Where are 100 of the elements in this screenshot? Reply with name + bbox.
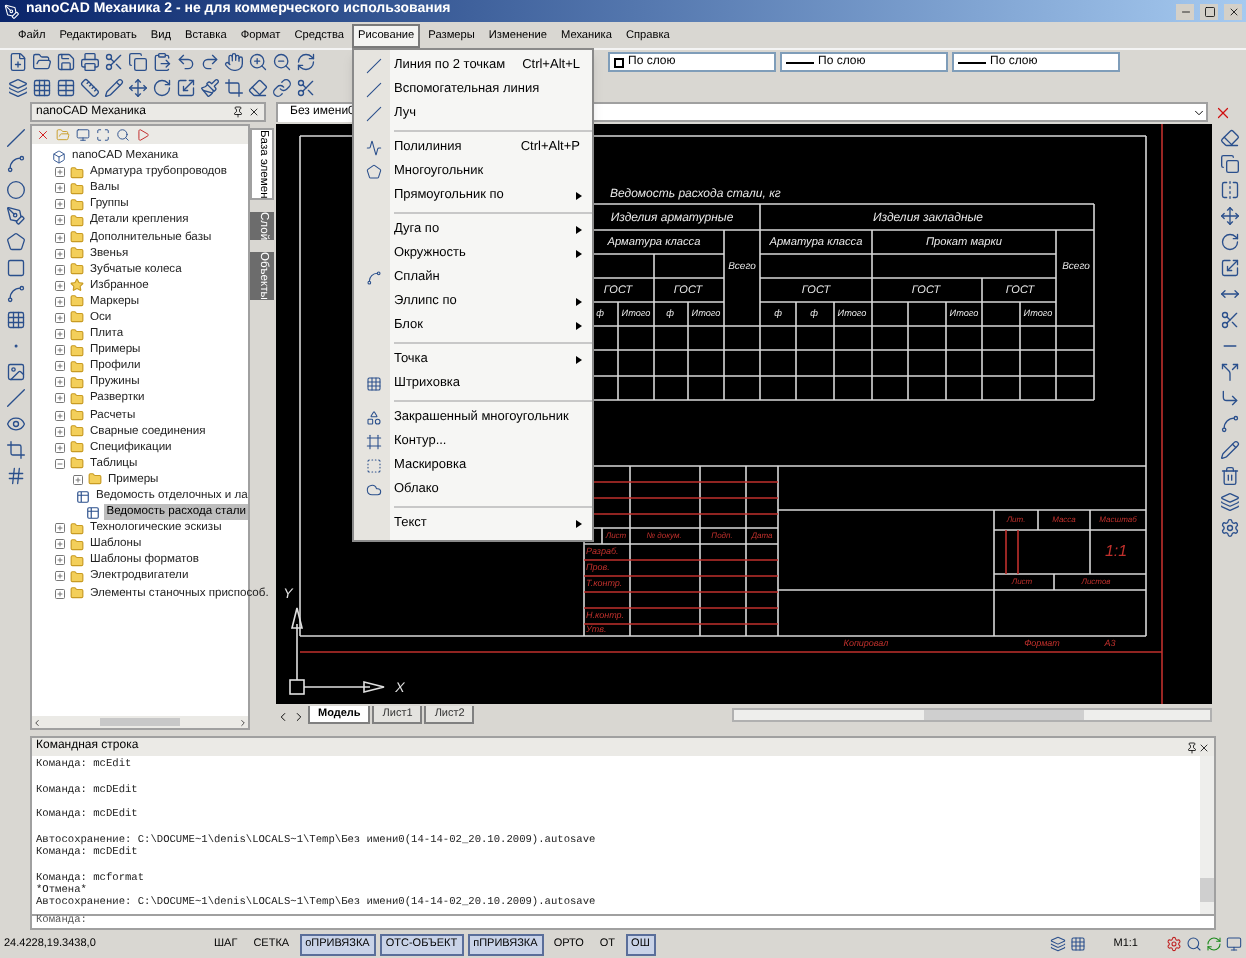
pen-icon[interactable] [5, 206, 25, 226]
horizontal-scrollbar[interactable] [732, 708, 1212, 722]
corner-icon[interactable] [1219, 388, 1239, 408]
rotate-icon[interactable] [152, 77, 172, 97]
scroll-right-icon[interactable] [238, 717, 248, 727]
refresh-icon[interactable] [1206, 936, 1222, 952]
rotate-icon[interactable] [1219, 232, 1239, 252]
monitor-icon[interactable] [1226, 936, 1242, 952]
expand-icon[interactable] [54, 522, 66, 535]
expand-icon[interactable] [54, 409, 66, 422]
expand-icon[interactable] [54, 538, 66, 551]
eye-icon[interactable] [5, 414, 25, 434]
zigzag-icon[interactable] [365, 139, 382, 155]
zoom-in-icon[interactable] [248, 52, 268, 72]
expand-icon[interactable] [54, 263, 66, 276]
hatch-icon[interactable] [365, 375, 382, 391]
scale-icon[interactable] [176, 77, 196, 97]
square-icon[interactable] [5, 258, 25, 278]
cut-icon[interactable] [1219, 310, 1239, 330]
curve-icon[interactable] [1219, 414, 1239, 434]
expand-icon[interactable] [54, 214, 66, 227]
expand-icon[interactable] [54, 328, 66, 341]
crop-icon[interactable] [224, 77, 244, 97]
line-icon[interactable] [365, 105, 382, 121]
expand-icon[interactable] [54, 279, 66, 292]
new-file-icon[interactable] [8, 52, 28, 72]
redo-icon[interactable] [200, 52, 220, 72]
expand-icon[interactable] [54, 166, 66, 179]
search-icon[interactable] [1186, 936, 1202, 952]
zoom-out-icon[interactable] [272, 52, 292, 72]
search-icon[interactable] [116, 128, 130, 142]
layers-icon[interactable] [8, 77, 28, 97]
chevron-down-icon[interactable] [1192, 105, 1207, 119]
table-icon[interactable] [56, 77, 76, 97]
spline-icon[interactable] [5, 284, 25, 304]
spline-icon[interactable] [365, 269, 382, 285]
open-folder-icon[interactable] [32, 52, 52, 72]
maximize-icon[interactable] [1203, 5, 1215, 17]
print-icon[interactable] [80, 52, 100, 72]
frame-icon[interactable] [365, 433, 382, 449]
brush-icon[interactable] [200, 77, 220, 97]
stretch-icon[interactable] [1219, 284, 1239, 304]
grid-icon[interactable] [32, 77, 52, 97]
expand-icon[interactable] [54, 344, 66, 357]
pentagon-icon[interactable] [365, 163, 382, 179]
move-icon[interactable] [128, 77, 148, 97]
curve-icon[interactable] [5, 154, 25, 174]
expand-icon[interactable] [54, 311, 66, 324]
expand-icon[interactable] [54, 295, 66, 308]
scale-icon[interactable] [1219, 258, 1239, 278]
collapse-icon[interactable] [54, 457, 66, 470]
ruler-icon[interactable] [80, 77, 100, 97]
expand-icon[interactable] [54, 182, 66, 195]
expand-icon[interactable] [54, 554, 66, 567]
box-icon[interactable] [52, 149, 66, 164]
pencil-icon[interactable] [1219, 440, 1239, 460]
expand-icon[interactable] [54, 587, 66, 600]
close-icon[interactable] [1198, 741, 1210, 753]
move-icon[interactable] [1219, 206, 1239, 226]
expand-icon[interactable] [54, 247, 66, 260]
expand-icon[interactable] [54, 231, 66, 244]
line-icon[interactable] [5, 388, 25, 408]
trash-icon[interactable] [1219, 466, 1239, 486]
monitor-icon[interactable] [76, 128, 90, 142]
expand-icon[interactable] [72, 473, 84, 486]
cut-icon[interactable] [104, 52, 124, 72]
expand-icon[interactable] [54, 376, 66, 389]
pin-icon[interactable] [232, 106, 244, 118]
eraser-icon[interactable] [1219, 128, 1239, 148]
save-icon[interactable] [56, 52, 76, 72]
horizontal-scrollbar[interactable] [32, 716, 248, 728]
expand-icon[interactable] [54, 570, 66, 583]
minimize-icon[interactable] [1179, 5, 1191, 17]
line-icon[interactable] [365, 81, 382, 97]
app-logo-icon[interactable] [4, 3, 20, 19]
split-icon[interactable] [1219, 362, 1239, 382]
settings-icon[interactable] [1219, 518, 1239, 538]
hatch-icon[interactable] [5, 310, 25, 330]
next-icon[interactable] [292, 710, 306, 724]
close-icon[interactable] [1227, 5, 1239, 17]
settings-icon[interactable] [1166, 936, 1182, 952]
expand-icon[interactable] [54, 425, 66, 438]
scroll-left-icon[interactable] [32, 717, 42, 727]
eraser-icon[interactable] [248, 77, 268, 97]
expand-icon[interactable] [54, 441, 66, 454]
layers-icon[interactable] [1219, 492, 1239, 512]
play-icon[interactable] [136, 128, 150, 142]
delete-icon[interactable] [36, 128, 50, 142]
expand-icon[interactable] [54, 392, 66, 405]
refresh-icon[interactable] [296, 52, 316, 72]
previous-icon[interactable] [276, 710, 290, 724]
pentagon-icon[interactable] [5, 232, 25, 252]
copy-icon[interactable] [1219, 154, 1239, 174]
expand-icon[interactable] [54, 198, 66, 211]
cloud-icon[interactable] [365, 481, 382, 497]
pencil-icon[interactable] [104, 77, 124, 97]
vertical-scrollbar[interactable] [1200, 756, 1214, 914]
crop-icon[interactable] [5, 440, 25, 460]
line-icon[interactable] [365, 57, 382, 73]
fullscreen-icon[interactable] [96, 128, 110, 142]
